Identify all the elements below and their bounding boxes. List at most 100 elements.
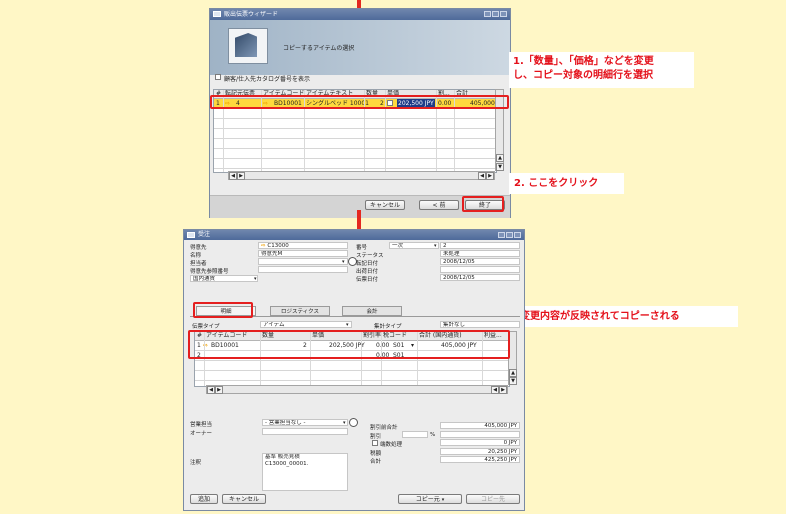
rounding-checkbox[interactable] bbox=[372, 440, 378, 446]
delivery-date-field[interactable] bbox=[440, 266, 520, 273]
order-title: 受注 bbox=[198, 231, 211, 238]
document-date-label: 伝票日付 bbox=[356, 277, 379, 283]
item-type-label: 伝票タイプ bbox=[192, 324, 220, 330]
scroll-right-button[interactable]: ▶ bbox=[499, 386, 507, 394]
series-select[interactable]: 一次 bbox=[389, 242, 439, 249]
contact-field[interactable] bbox=[258, 258, 348, 265]
discount-percent-sign: % bbox=[430, 432, 436, 438]
grid-empty-row bbox=[195, 361, 509, 371]
wizard-horizontal-scrollbar[interactable]: ◀ ▶ ◀ ▶ bbox=[228, 171, 495, 180]
cancel-button[interactable]: キャンセル bbox=[222, 494, 266, 504]
name-label: 名称 bbox=[190, 253, 202, 259]
customer-label: 得意先 bbox=[190, 245, 207, 251]
maximize-button[interactable] bbox=[506, 232, 513, 238]
owner-label: オーナー bbox=[190, 431, 213, 437]
wizard-subtitle: コピーするアイテムの選択 bbox=[283, 45, 355, 52]
item-type-select[interactable]: アイテム bbox=[260, 321, 352, 328]
delivery-date-label: 出荷日付 bbox=[356, 269, 379, 275]
chevron-down-icon[interactable]: ▾ bbox=[343, 420, 346, 426]
copy-from-button[interactable]: コピー元 ▾ bbox=[398, 494, 462, 504]
tax-field: 20,250 JPY bbox=[440, 448, 520, 455]
maximize-button[interactable] bbox=[492, 11, 499, 17]
customer-ref-field[interactable] bbox=[258, 266, 348, 273]
wizard-window-buttons bbox=[484, 11, 507, 17]
highlight-finish-button bbox=[462, 196, 504, 212]
order-horizontal-scrollbar[interactable]: ◀ ▶ ◀ ▶ bbox=[206, 385, 508, 394]
wizard-titlebar: 販出伝票ウィザード bbox=[210, 9, 510, 20]
sales-order-window: 受注 得意先 ⇨ C13000 名称 得意先M 担当者 ▾ 得意先参照番号 国内… bbox=[183, 229, 525, 511]
minimize-button[interactable] bbox=[498, 232, 505, 238]
wizard-document-icon bbox=[228, 28, 268, 64]
scroll-up-button[interactable]: ▲ bbox=[509, 369, 517, 377]
copy-from-label: コピー元 bbox=[415, 496, 440, 503]
wizard-icon-graphic bbox=[235, 33, 257, 57]
rounding-label: 端数処理 bbox=[380, 442, 403, 448]
chevron-down-icon[interactable]: ▾ bbox=[254, 276, 257, 282]
scroll-right-button[interactable]: ▶ bbox=[486, 172, 494, 180]
grid-empty-row bbox=[195, 371, 509, 381]
summary-type-select[interactable]: 集計なし bbox=[440, 321, 520, 328]
back-button[interactable]: < 前 bbox=[419, 200, 459, 210]
scroll-left-button[interactable]: ◀ bbox=[207, 386, 215, 394]
tax-label: 税額 bbox=[370, 451, 382, 457]
copy-to-button[interactable]: コピー先 bbox=[466, 494, 520, 504]
status-field: 未処理 bbox=[440, 250, 520, 257]
scroll-down-button[interactable]: ▼ bbox=[509, 377, 517, 385]
highlight-order-rows bbox=[188, 330, 510, 359]
callout-reflected: 変更内容が反映されてコピーされる bbox=[515, 306, 738, 327]
discount-percent-field[interactable] bbox=[402, 431, 428, 438]
minimize-button[interactable] bbox=[484, 11, 491, 17]
customer-field[interactable]: ⇨ C13000 bbox=[258, 242, 348, 249]
chevron-down-icon[interactable]: ▾ bbox=[434, 243, 437, 249]
catalog-number-checkbox[interactable] bbox=[215, 74, 221, 80]
callout-select-row-line1: 1.「数量」、「価格」などを変更 bbox=[513, 56, 654, 67]
name-field[interactable]: 得意先M bbox=[258, 250, 348, 257]
tab-accounting[interactable]: 会計 bbox=[342, 306, 402, 316]
scroll-down-button[interactable]: ▼ bbox=[496, 163, 504, 171]
doc-number-label: 番号 bbox=[356, 245, 368, 251]
copy-wizard-window: 販出伝票ウィザード コピーするアイテムの選択 顧客/仕入先カタログ番号を表示 #… bbox=[209, 8, 511, 218]
contact-label: 担当者 bbox=[190, 261, 207, 267]
document-date-field[interactable]: 2008/12/05 bbox=[440, 274, 520, 281]
scroll-left-button[interactable]: ◀ bbox=[491, 386, 499, 394]
add-button[interactable]: 追加 bbox=[190, 494, 218, 504]
posting-date-field[interactable]: 2008/12/05 bbox=[440, 258, 520, 265]
contact-dropdown-arrow[interactable]: ▾ bbox=[342, 259, 345, 265]
close-button[interactable] bbox=[500, 11, 507, 17]
scroll-right-button[interactable]: ▶ bbox=[237, 172, 245, 180]
currency-select[interactable]: 国内通貨 bbox=[190, 275, 258, 282]
remarks-field[interactable]: 基準 販売見積 C13000_00001. bbox=[262, 453, 348, 491]
catalog-number-label: 顧客/仕入先カタログ番号を表示 bbox=[224, 76, 311, 83]
scroll-left-button[interactable]: ◀ bbox=[229, 172, 237, 180]
chevron-down-icon[interactable]: ▾ bbox=[346, 322, 349, 328]
rounding-field: 0 JPY bbox=[440, 439, 520, 446]
callout-click-finish: 2. ここをクリック bbox=[509, 173, 624, 194]
chevron-down-icon: ▾ bbox=[441, 497, 445, 503]
total-field: 425,250 JPY bbox=[440, 456, 520, 463]
cancel-button[interactable]: キャンセル bbox=[365, 200, 405, 210]
link-arrow-icon[interactable]: ⇨ bbox=[261, 243, 266, 248]
callout-select-row-line2: し、コピー対象の明細行を選択 bbox=[513, 70, 653, 81]
owner-field[interactable] bbox=[262, 428, 348, 435]
sales-employee-detail-icon[interactable] bbox=[349, 418, 358, 427]
order-app-icon bbox=[187, 232, 195, 238]
callout-click-finish-text: 2. ここをクリック bbox=[514, 178, 599, 189]
summary-type-label: 集計タイプ bbox=[374, 324, 402, 330]
customer-value: C13000 bbox=[267, 243, 289, 249]
callout-select-row: 1.「数量」、「価格」などを変更 し、コピー対象の明細行を選択 bbox=[509, 52, 694, 88]
doc-number-field[interactable]: 2 bbox=[440, 242, 520, 249]
discount-label: 割引 bbox=[370, 434, 382, 440]
posting-date-label: 転記日付 bbox=[356, 261, 379, 267]
callout-reflected-text: 変更内容が反映されてコピーされる bbox=[520, 311, 680, 322]
scroll-up-button[interactable]: ▲ bbox=[496, 154, 504, 162]
discount-field[interactable] bbox=[440, 431, 520, 438]
scroll-right-button[interactable]: ▶ bbox=[215, 386, 223, 394]
close-button[interactable] bbox=[514, 232, 521, 238]
scroll-left-button[interactable]: ◀ bbox=[478, 172, 486, 180]
customer-ref-label: 得意先参照番号 bbox=[190, 269, 229, 275]
remarks-label: 注釈 bbox=[190, 460, 202, 466]
wizard-banner: コピーするアイテムの選択 bbox=[210, 20, 510, 75]
tab-logistics[interactable]: ロジスティクス bbox=[270, 306, 330, 316]
sales-employee-select[interactable]: - 営業担当なし - bbox=[262, 419, 348, 426]
order-titlebar: 受注 bbox=[184, 230, 524, 240]
